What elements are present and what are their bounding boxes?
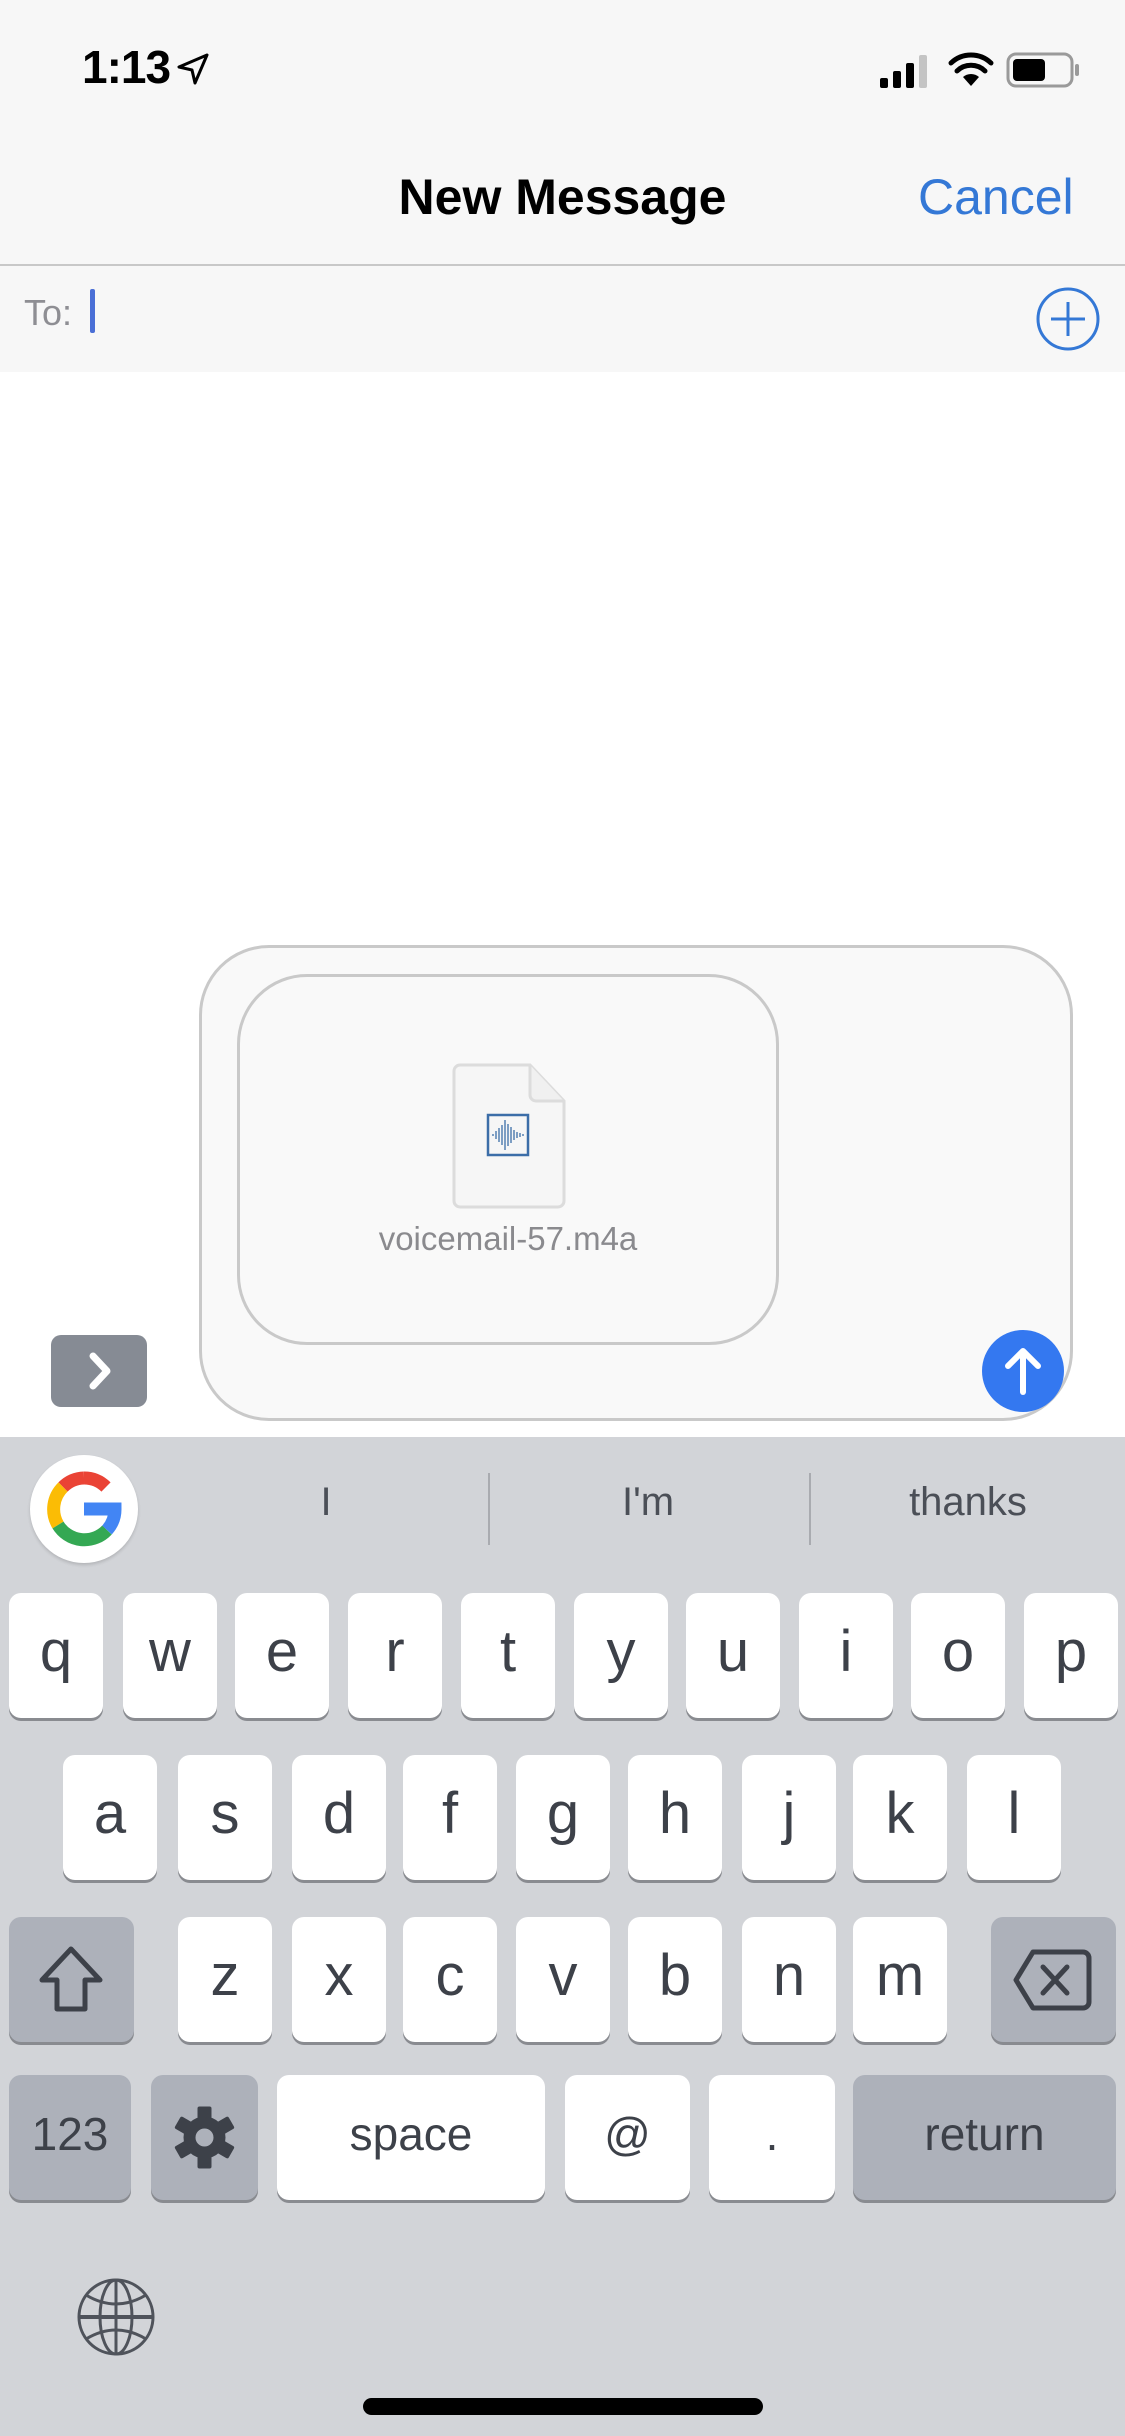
key-m[interactable]: m bbox=[853, 1917, 947, 2042]
plus-circle-icon[interactable] bbox=[1035, 286, 1101, 352]
send-button[interactable] bbox=[982, 1330, 1064, 1412]
key-v[interactable]: v bbox=[516, 1917, 610, 2042]
key-o[interactable]: o bbox=[911, 1593, 1005, 1718]
key-l[interactable]: l bbox=[967, 1755, 1061, 1880]
to-label: To: bbox=[24, 292, 73, 333]
backspace-icon bbox=[1013, 1949, 1092, 2011]
key-t[interactable]: t bbox=[461, 1593, 555, 1718]
key-q[interactable]: q bbox=[9, 1593, 103, 1718]
key-f[interactable]: f bbox=[403, 1755, 497, 1880]
status-time: 1:13 bbox=[82, 41, 171, 93]
suggestion-separator bbox=[488, 1473, 490, 1545]
key-c[interactable]: c bbox=[403, 1917, 497, 2042]
at-key[interactable]: @ bbox=[565, 2075, 690, 2200]
google-g-icon bbox=[47, 1471, 122, 1547]
key-r[interactable]: r bbox=[348, 1593, 442, 1718]
gear-icon bbox=[174, 2106, 235, 2169]
arrow-up-icon bbox=[1005, 1348, 1041, 1395]
key-w[interactable]: w bbox=[123, 1593, 217, 1718]
expand-apps-button[interactable] bbox=[51, 1335, 147, 1407]
text-cursor bbox=[90, 289, 95, 333]
key-i[interactable]: i bbox=[799, 1593, 893, 1718]
globe-icon[interactable] bbox=[76, 2277, 156, 2357]
delete-key[interactable] bbox=[991, 1917, 1116, 2042]
numbers-key[interactable]: 123 bbox=[9, 2075, 131, 2200]
recipient-field[interactable] bbox=[0, 266, 1125, 372]
key-z[interactable]: z bbox=[178, 1917, 272, 2042]
key-s[interactable]: s bbox=[178, 1755, 272, 1880]
key-x[interactable]: x bbox=[292, 1917, 386, 2042]
battery-icon bbox=[1006, 52, 1079, 88]
suggestion[interactable]: I bbox=[176, 1480, 476, 1525]
key-u[interactable]: u bbox=[686, 1593, 780, 1718]
key-h[interactable]: h bbox=[628, 1755, 722, 1880]
key-e[interactable]: e bbox=[235, 1593, 329, 1718]
period-key[interactable]: . bbox=[709, 2075, 835, 2200]
wifi-icon bbox=[948, 52, 994, 86]
key-d[interactable]: d bbox=[292, 1755, 386, 1880]
suggestion[interactable]: I'm bbox=[498, 1480, 798, 1525]
shift-icon bbox=[39, 1946, 103, 2012]
google-search-button[interactable] bbox=[30, 1455, 138, 1563]
cancel-button[interactable]: Cancel bbox=[918, 168, 1074, 226]
return-key[interactable]: return bbox=[853, 2075, 1116, 2200]
suggestion-separator bbox=[809, 1473, 811, 1545]
key-n[interactable]: n bbox=[742, 1917, 836, 2042]
shift-key[interactable] bbox=[9, 1917, 134, 2042]
key-k[interactable]: k bbox=[853, 1755, 947, 1880]
space-key[interactable]: space bbox=[277, 2075, 545, 2200]
key-b[interactable]: b bbox=[628, 1917, 722, 2042]
location-arrow-icon bbox=[177, 53, 209, 85]
suggestion[interactable]: thanks bbox=[818, 1480, 1118, 1525]
key-g[interactable]: g bbox=[516, 1755, 610, 1880]
attachment-filename: voicemail-57.m4a bbox=[378, 1220, 638, 1257]
cellular-signal-icon bbox=[880, 55, 927, 88]
audio-file-icon bbox=[452, 1063, 566, 1209]
chevron-right-icon bbox=[89, 1352, 111, 1390]
key-y[interactable]: y bbox=[574, 1593, 668, 1718]
key-j[interactable]: j bbox=[742, 1755, 836, 1880]
home-indicator bbox=[363, 2398, 763, 2415]
key-p[interactable]: p bbox=[1024, 1593, 1118, 1718]
settings-key[interactable] bbox=[151, 2075, 258, 2200]
key-a[interactable]: a bbox=[63, 1755, 157, 1880]
